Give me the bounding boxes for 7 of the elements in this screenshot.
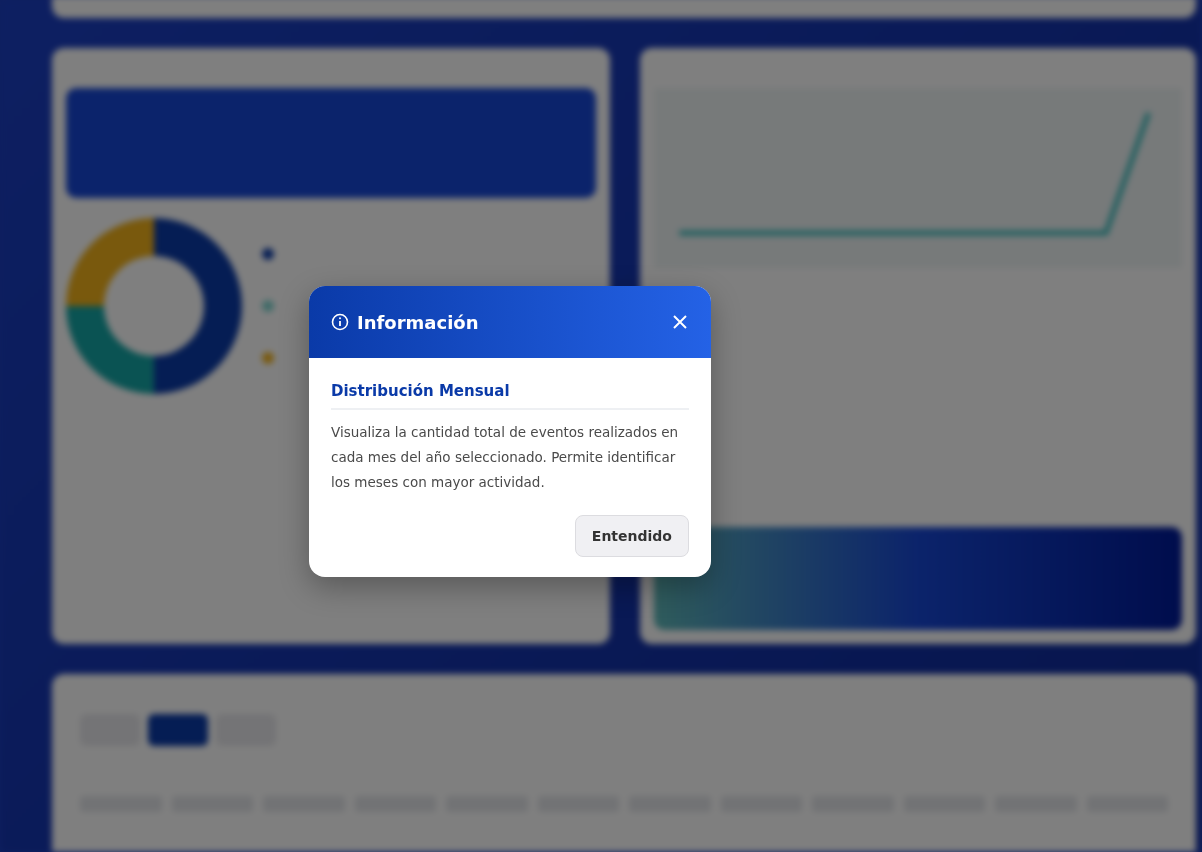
close-icon: [673, 315, 687, 329]
dialog-text: Visualiza la cantidad total de eventos realizados en cada mes del año seleccionado. Permite identificar los meses con mayor actividad.: [331, 423, 680, 492]
dialog-title: Información: [357, 311, 480, 333]
dialog-heading: Distribución Mensual: [331, 382, 689, 410]
close-button[interactable]: [671, 313, 689, 331]
info-icon: [331, 313, 349, 331]
understood-button[interactable]: Entendido: [574, 515, 689, 557]
